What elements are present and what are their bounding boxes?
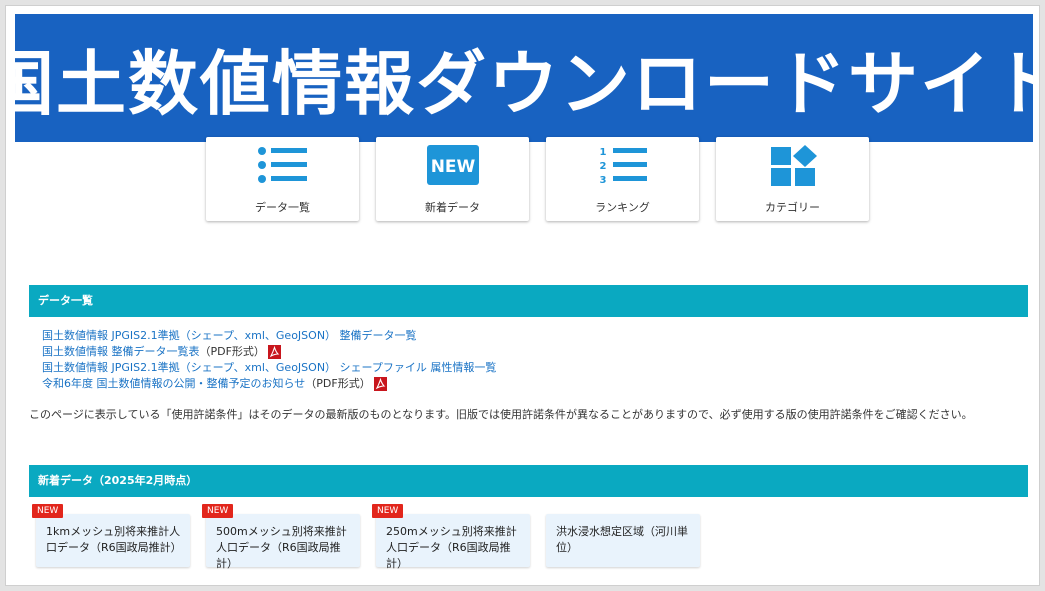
new-data-card-title: 250mメッシュ別将来推計人口データ（R6国政局推計）: [386, 525, 517, 570]
site-title-banner: 国土数値情報ダウンロードサイト: [15, 14, 1033, 142]
nav-card-category[interactable]: カテゴリー: [716, 137, 869, 221]
nav-label-ranking: ランキング: [595, 201, 650, 214]
new-icon: NEW: [426, 145, 479, 185]
nav-card-new-data[interactable]: NEW 新着データ: [376, 137, 529, 221]
new-badge: NEW: [372, 504, 404, 518]
new-data-card[interactable]: 250mメッシュ別将来推計人口データ（R6国政局推計）: [376, 514, 530, 570]
new-badge: NEW: [32, 504, 64, 518]
section-heading-data-list: データ一覧: [29, 285, 1028, 317]
link-shapefile-attributes[interactable]: 国土数値情報 JPGIS2.1準拠（シェープ、xml、GeoJSON） シェープ…: [42, 360, 496, 376]
nav-label-new-data: 新着データ: [425, 201, 480, 214]
svg-text:2: 2: [599, 161, 606, 172]
nav-card-ranking[interactable]: 1 2 3 ランキング: [546, 137, 699, 221]
new-data-card-title: 洪水浸水想定区域（河川単位）: [556, 525, 688, 554]
section-heading-new-data: 新着データ（2025年2月時点）: [29, 465, 1028, 497]
new-data-card[interactable]: 500mメッシュ別将来推計人口データ（R6国政局推計）: [206, 514, 360, 570]
pdf-icon[interactable]: [267, 345, 281, 359]
link-jpgis-data-list[interactable]: 国土数値情報 JPGIS2.1準拠（シェープ、xml、GeoJSON） 整備デー…: [42, 328, 417, 344]
new-badge: NEW: [202, 504, 234, 518]
pdf-icon[interactable]: [373, 377, 387, 391]
nav-label-category: カテゴリー: [765, 201, 820, 214]
license-notice: このページに表示している「使用許諾条件」はそのデータの最新版のものとなります。旧…: [29, 408, 973, 421]
list-item: 国土数値情報 整備データ一覧表 （PDF形式）: [42, 344, 942, 360]
nav-label-data-list: データ一覧: [255, 201, 310, 214]
new-data-card[interactable]: 1kmメッシュ別将来推計人口データ（R6国政局推計）: [36, 514, 190, 567]
new-data-card[interactable]: 洪水浸水想定区域（河川単位）: [546, 514, 700, 567]
list-item: 国土数値情報 JPGIS2.1準拠（シェープ、xml、GeoJSON） 整備デー…: [42, 328, 942, 344]
new-data-card-title: 500mメッシュ別将来推計人口データ（R6国政局推計）: [216, 525, 347, 570]
pdf-format-note: （PDF形式）: [305, 377, 371, 390]
list-item: 令和6年度 国土数値情報の公開・整備予定のお知らせ （PDF形式）: [42, 376, 942, 392]
svg-text:3: 3: [599, 175, 606, 186]
list-item: 国土数値情報 JPGIS2.1準拠（シェープ、xml、GeoJSON） シェープ…: [42, 360, 942, 376]
pdf-format-note: （PDF形式）: [199, 345, 265, 358]
link-publication-schedule[interactable]: 令和6年度 国土数値情報の公開・整備予定のお知らせ: [42, 376, 305, 392]
svg-text:1: 1: [599, 147, 606, 158]
nav-card-data-list[interactable]: データ一覧: [206, 137, 359, 221]
link-data-table[interactable]: 国土数値情報 整備データ一覧表: [42, 344, 200, 360]
site-title: 国土数値情報ダウンロードサイト: [15, 42, 1033, 125]
list-icon: [257, 147, 307, 183]
data-list-links: 国土数値情報 JPGIS2.1準拠（シェープ、xml、GeoJSON） 整備デー…: [42, 328, 942, 392]
svg-text:NEW: NEW: [430, 157, 475, 177]
ranking-list-icon: 1 2 3: [599, 147, 647, 186]
new-data-card-title: 1kmメッシュ別将来推計人口データ（R6国政局推計）: [46, 525, 182, 554]
category-grid-icon: [770, 145, 817, 186]
